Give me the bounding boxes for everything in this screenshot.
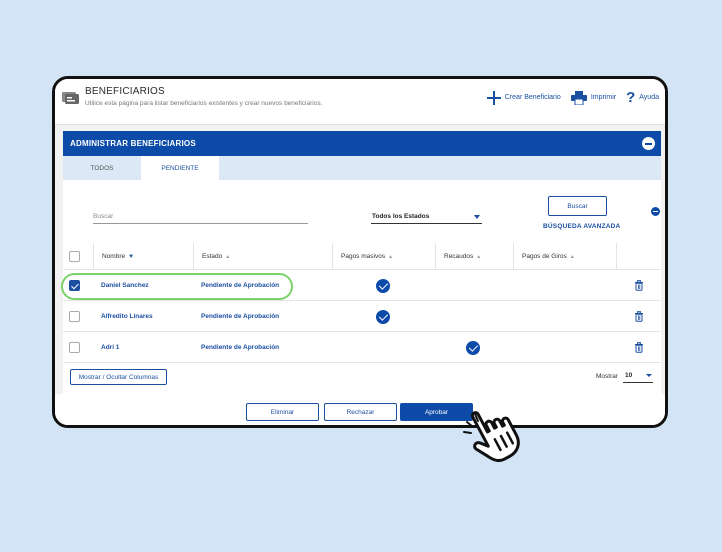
select-all-cell bbox=[63, 243, 93, 270]
page-size-label: Mostrar bbox=[596, 373, 619, 380]
search-button[interactable]: Buscar bbox=[548, 196, 607, 216]
print-label: Imprimir bbox=[590, 94, 617, 101]
column-label: Pagos de Giros bbox=[522, 253, 567, 260]
status-filter-value: Todos los Estados bbox=[372, 213, 430, 220]
column-header-estado[interactable]: Estado ▲ bbox=[193, 243, 332, 270]
collapse-section-icon[interactable] bbox=[642, 137, 655, 150]
check-circle-icon bbox=[376, 278, 390, 293]
search-input[interactable] bbox=[93, 210, 308, 224]
tab-bar: TODOS PENDIENTE bbox=[63, 156, 661, 180]
printer-icon bbox=[570, 90, 587, 105]
help-icon: ? bbox=[626, 89, 636, 106]
column-header-recaudos[interactable]: Recaudos ▲ bbox=[435, 243, 513, 270]
create-beneficiary-button[interactable]: Crear Beneficiario bbox=[486, 90, 561, 105]
delete-button[interactable]: Eliminar bbox=[246, 403, 319, 421]
header-actions: Crear Beneficiario Imprimir ? Ayuda bbox=[486, 89, 659, 106]
column-label: Recaudos bbox=[444, 253, 474, 260]
column-label: Pagos masivos bbox=[341, 253, 386, 260]
selected-row-highlight bbox=[61, 273, 293, 300]
beneficiary-status: Pendiente de Aprobación bbox=[201, 313, 280, 320]
table-row: Alfredito Linares Pendiente de Aprobació… bbox=[63, 301, 661, 332]
beneficiary-name-link[interactable]: Adri 1 bbox=[101, 332, 119, 363]
page-header: BENEFICIARIOS Utilice esta página para l… bbox=[55, 79, 665, 125]
pagos-masivos-cell bbox=[376, 270, 390, 301]
table-row: Adri 1 Pendiente de Aprobación bbox=[63, 332, 661, 363]
tab-pendiente[interactable]: PENDIENTE bbox=[141, 156, 219, 180]
table-header: Nombre ▼ Estado ▲ Pagos masivos ▲ Recaud… bbox=[63, 243, 661, 270]
row-select-cell bbox=[69, 301, 80, 332]
tab-todos[interactable]: TODOS bbox=[63, 156, 141, 180]
chevron-down-icon bbox=[474, 215, 480, 219]
trash-icon[interactable] bbox=[634, 311, 644, 322]
status-filter-select[interactable]: Todos los Estados bbox=[371, 210, 482, 224]
sort-icon: ▲ bbox=[476, 253, 482, 260]
action-bar: Eliminar Rechazar Aprobar bbox=[55, 394, 665, 425]
help-button[interactable]: ? Ayuda bbox=[626, 89, 659, 106]
column-header-pagos-giros[interactable]: Pagos de Giros ▲ bbox=[513, 243, 616, 270]
delete-row-cell bbox=[634, 270, 644, 301]
beneficiary-status: Pendiente de Aprobación bbox=[201, 344, 280, 351]
plus-icon bbox=[486, 90, 501, 105]
page-size-value: 10 bbox=[625, 372, 633, 379]
page-size-select[interactable]: 10 bbox=[623, 369, 653, 383]
beneficiaries-panel: Todos los Estados Buscar BÚSQUEDA AVANZA… bbox=[61, 180, 661, 394]
help-label: Ayuda bbox=[639, 94, 659, 101]
hand-pointer-icon bbox=[463, 411, 520, 463]
page-title: BENEFICIARIOS bbox=[85, 86, 165, 97]
toggle-columns-button[interactable]: Mostrar / Ocultar Columnas bbox=[70, 369, 167, 385]
row-checkbox[interactable] bbox=[69, 311, 80, 322]
column-header-nombre[interactable]: Nombre ▼ bbox=[93, 243, 193, 270]
beneficiary-name-link[interactable]: Alfredito Linares bbox=[101, 301, 153, 332]
row-select-cell bbox=[69, 332, 80, 363]
sort-icon: ▲ bbox=[388, 253, 394, 260]
trash-icon[interactable] bbox=[634, 280, 644, 291]
sort-desc-icon: ▼ bbox=[128, 253, 135, 260]
section-header: ADMINISTRAR BENEFICIARIOS bbox=[63, 131, 661, 156]
pagos-masivos-cell bbox=[376, 301, 390, 332]
advanced-search-link[interactable]: BÚSQUEDA AVANZADA bbox=[543, 223, 620, 230]
column-header-actions bbox=[616, 243, 661, 270]
print-button[interactable]: Imprimir bbox=[570, 90, 617, 105]
reject-button[interactable]: Rechazar bbox=[324, 403, 397, 421]
page-subtitle: Utilice esta página para listar benefici… bbox=[85, 100, 323, 107]
delete-row-cell bbox=[634, 301, 644, 332]
delete-row-cell bbox=[634, 332, 644, 363]
sort-icon: ▲ bbox=[569, 253, 575, 260]
section-title: ADMINISTRAR BENEFICIARIOS bbox=[70, 139, 196, 148]
create-beneficiary-label: Crear Beneficiario bbox=[504, 94, 561, 101]
check-circle-icon bbox=[466, 340, 480, 355]
app-window: BENEFICIARIOS Utilice esta página para l… bbox=[52, 76, 668, 428]
sort-icon: ▲ bbox=[225, 253, 231, 260]
select-all-checkbox[interactable] bbox=[69, 251, 80, 262]
trash-icon[interactable] bbox=[634, 342, 644, 353]
column-label: Nombre bbox=[102, 253, 126, 260]
beneficiary-card-icon bbox=[62, 92, 79, 104]
check-circle-icon bbox=[376, 309, 390, 324]
chevron-down-icon bbox=[646, 374, 652, 377]
recaudos-cell bbox=[466, 332, 480, 363]
collapse-filters-icon[interactable] bbox=[651, 207, 660, 216]
column-header-pagos-masivos[interactable]: Pagos masivos ▲ bbox=[332, 243, 435, 270]
row-checkbox[interactable] bbox=[69, 342, 80, 353]
column-label: Estado bbox=[202, 253, 223, 260]
